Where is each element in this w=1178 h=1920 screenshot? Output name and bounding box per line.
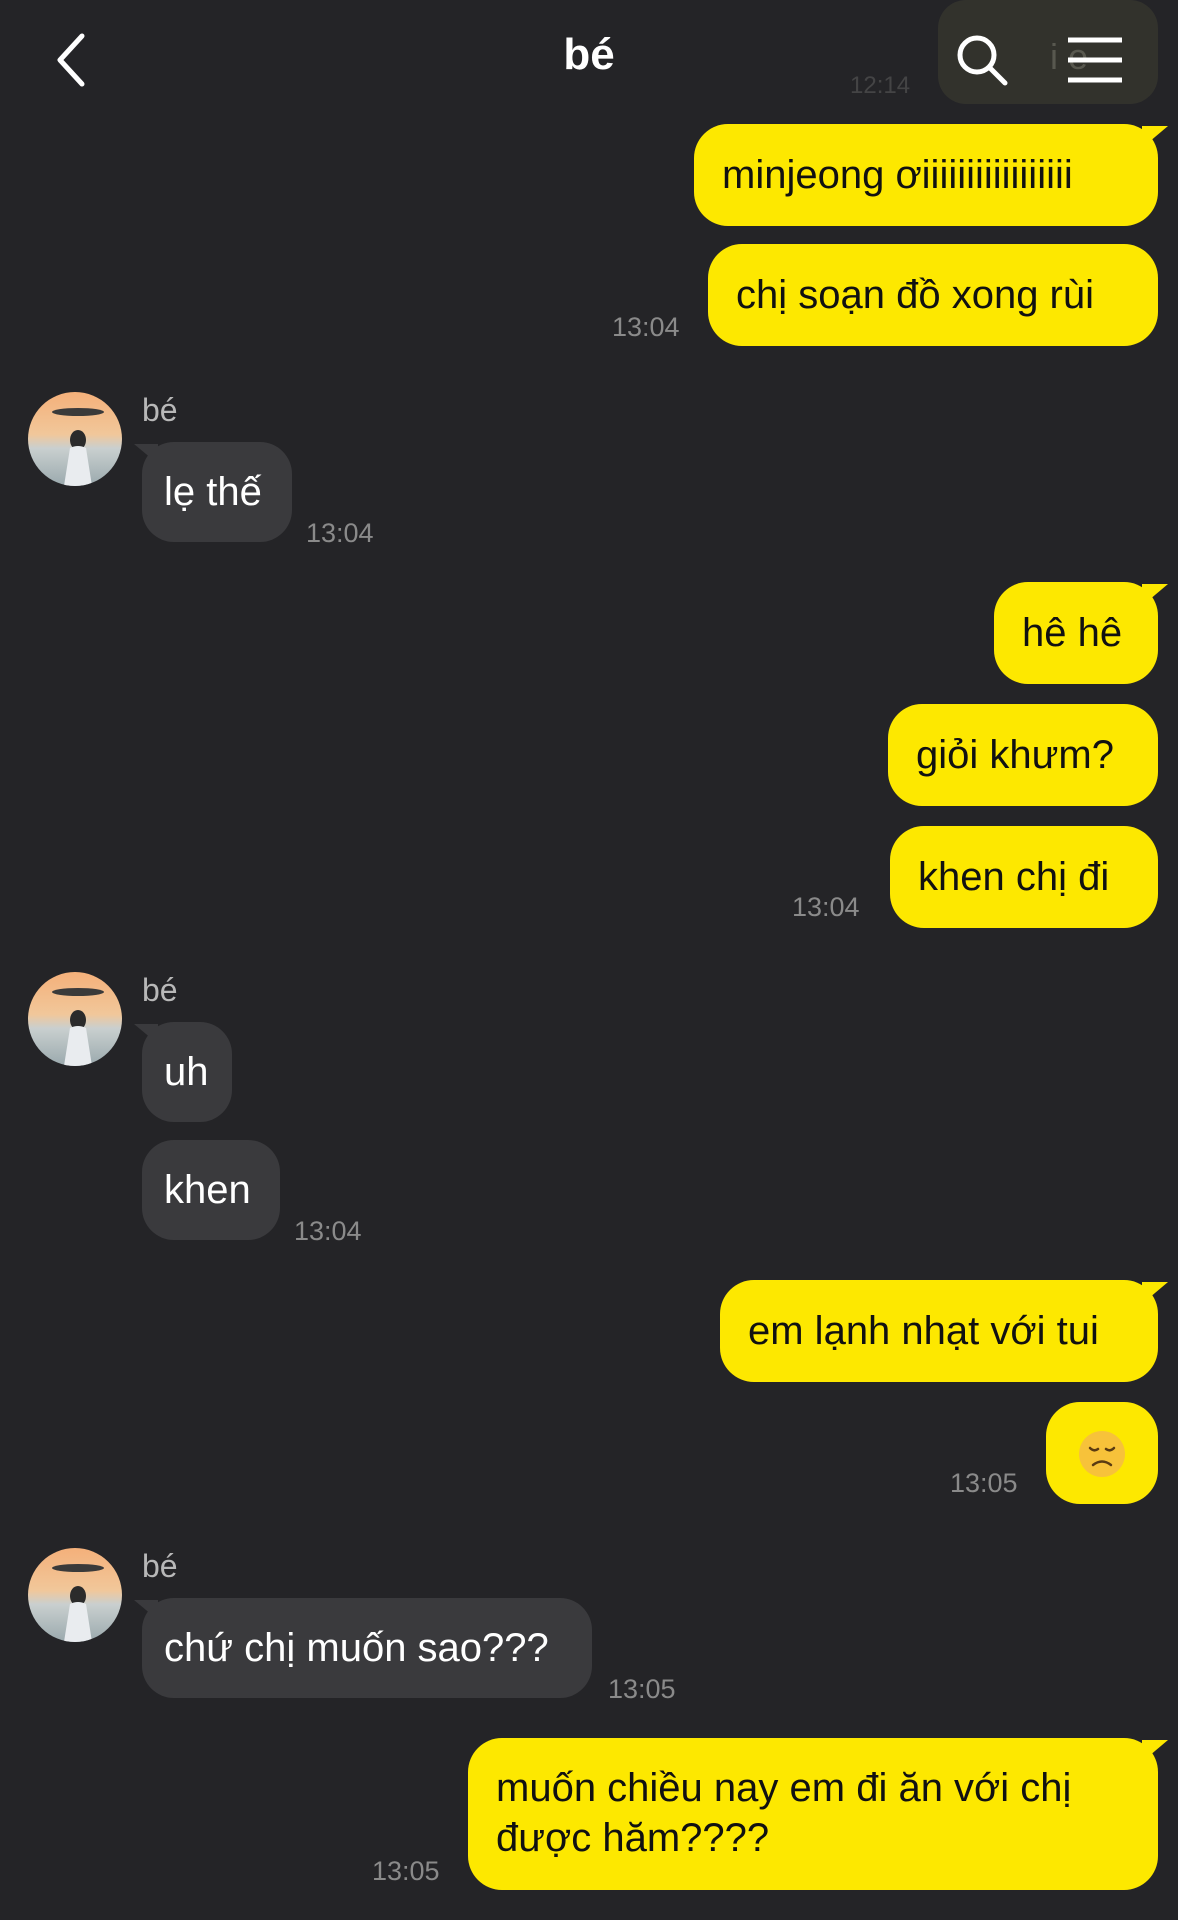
incoming-message[interactable]: lẹ thế xyxy=(134,442,292,542)
message-time: 13:05 xyxy=(608,1674,676,1704)
message-line: được hăm???? xyxy=(496,1816,770,1860)
outgoing-message[interactable]: em lạnh nhạt với tui xyxy=(720,1280,1168,1382)
avatar[interactable] xyxy=(28,1548,122,1642)
sender-name: bé xyxy=(142,392,178,428)
outgoing-message[interactable]: muốn chiều nay em đi ăn với chị được hăm… xyxy=(468,1738,1168,1890)
outgoing-message[interactable]: hê hê xyxy=(994,582,1168,684)
message-time: 13:04 xyxy=(294,1216,362,1246)
message-time: 13:05 xyxy=(950,1468,1018,1498)
sender-name: bé xyxy=(142,972,178,1008)
message-time: 13:04 xyxy=(612,312,680,342)
message-time: 13:04 xyxy=(792,892,860,922)
avatar[interactable] xyxy=(28,972,122,1066)
outgoing-message[interactable]: giỏi khưm? xyxy=(888,704,1158,806)
menu-icon[interactable] xyxy=(1065,34,1125,86)
avatar[interactable] xyxy=(28,392,122,486)
message-time: 13:05 xyxy=(372,1856,440,1886)
outgoing-message[interactable]: khen chị đi xyxy=(890,826,1158,928)
disappointed-face-icon xyxy=(1078,1430,1126,1478)
message-line: muốn chiều nay em đi ăn với chị xyxy=(496,1766,1072,1810)
outgoing-message[interactable]: chị soạn đồ xong rùi xyxy=(708,244,1158,346)
pinned-message-time: 12:14 xyxy=(850,72,911,99)
outgoing-message[interactable] xyxy=(1046,1402,1158,1504)
message-time: 13:04 xyxy=(306,518,374,548)
incoming-message[interactable]: uh xyxy=(134,1022,232,1122)
search-icon[interactable] xyxy=(953,31,1013,91)
outgoing-message[interactable]: minjeong ơiiiiiiiiiiiiiiiii xyxy=(694,124,1168,226)
incoming-message[interactable]: chứ chị muốn sao??? xyxy=(134,1598,592,1698)
sender-name: bé xyxy=(142,1548,178,1584)
incoming-message[interactable]: khen xyxy=(142,1140,280,1240)
